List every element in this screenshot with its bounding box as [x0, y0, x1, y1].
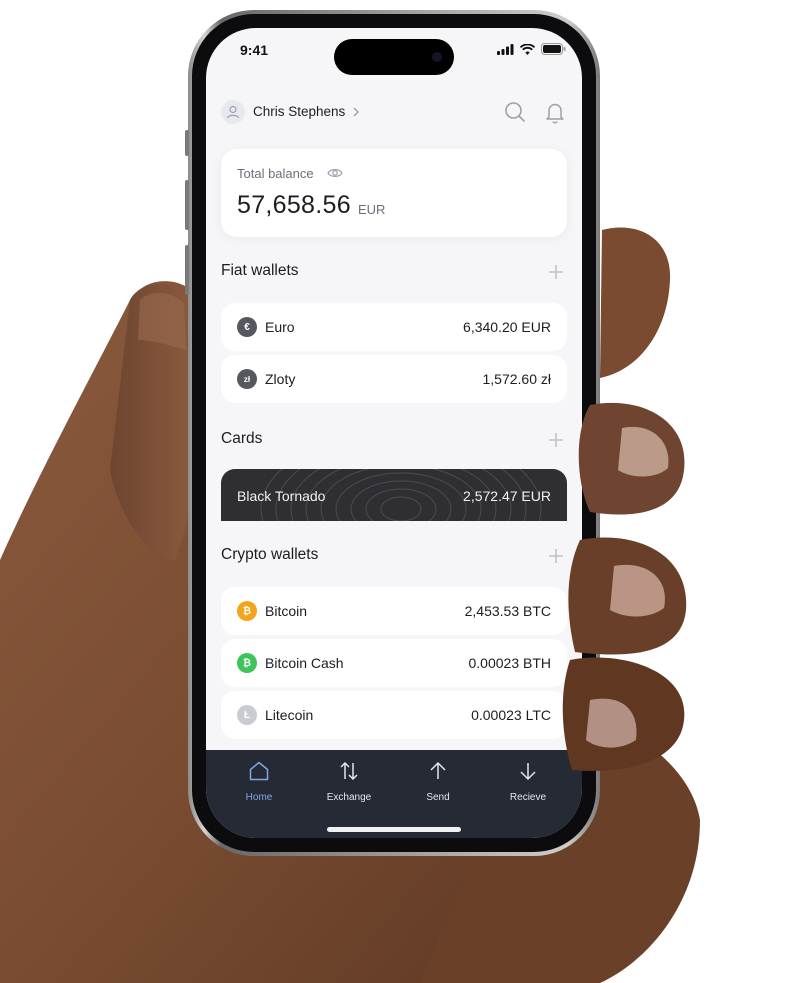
- tab-exchange-label: Exchange: [326, 792, 372, 803]
- tab-receive[interactable]: Recieve: [483, 760, 573, 810]
- wallet-name: Litecoin: [265, 707, 314, 723]
- bitcoin-cash-icon: ₿: [237, 653, 257, 673]
- wallet-name: Bitcoin Cash: [265, 655, 344, 671]
- euro-icon: €: [237, 317, 257, 337]
- add-crypto-wallet-plus-icon[interactable]: [548, 548, 564, 564]
- wallet-value: 0.00023 BTH: [468, 655, 552, 671]
- arrow-up-icon: [430, 761, 446, 779]
- card-value: 2,572.47 EUR: [463, 488, 551, 504]
- fiat-wallet-row-zloty[interactable]: zł Zloty 1,572.60 zł: [221, 355, 567, 403]
- tab-home-label: Home: [245, 792, 273, 803]
- add-card-plus-icon[interactable]: [548, 432, 564, 448]
- wallet-name: Zloty: [265, 371, 296, 387]
- balance-currency: EUR: [358, 202, 386, 217]
- wallet-value: 2,453.53 BTC: [464, 603, 551, 619]
- signal-icon: [497, 43, 514, 55]
- tab-send-label: Send: [426, 792, 450, 803]
- tab-exchange[interactable]: Exchange: [304, 760, 394, 810]
- card-name: Black Tornado: [237, 488, 326, 504]
- front-camera: [432, 52, 442, 62]
- total-balance-card: Total balance 57,658.56 EUR: [221, 149, 567, 237]
- tab-send[interactable]: Send: [393, 760, 483, 810]
- bitcoin-icon: ₿: [237, 601, 257, 621]
- fiat-wallet-row-euro[interactable]: € Euro 6,340.20 EUR: [221, 303, 567, 351]
- tab-home[interactable]: Home: [214, 760, 304, 810]
- balance-amount: 57,658.56: [237, 191, 351, 219]
- wallet-value: 6,340.20 EUR: [463, 319, 551, 335]
- battery-icon: [541, 43, 566, 55]
- bottom-tab-bar: Home Exchange Send Recieve: [206, 750, 582, 838]
- user-icon: [226, 105, 240, 119]
- app-screen: 9:41 Chris Stephens Total balance 57,658…: [206, 28, 582, 838]
- status-time: 9:41: [240, 42, 269, 58]
- phone-volume-down-button: [185, 245, 189, 295]
- add-fiat-wallet-plus-icon[interactable]: [548, 264, 564, 280]
- zloty-icon: zł: [237, 369, 257, 389]
- phone-volume-up-button: [185, 180, 189, 230]
- user-name[interactable]: Chris Stephens: [253, 104, 345, 119]
- wallet-value: 1,572.60 zł: [482, 371, 552, 387]
- wallet-name: Euro: [265, 319, 295, 335]
- wallet-value: 0.00023 LTC: [471, 707, 551, 723]
- balance-label: Total balance: [237, 166, 314, 181]
- cards-title: Cards: [221, 430, 263, 447]
- eye-icon[interactable]: [327, 166, 343, 180]
- search-icon[interactable]: [503, 100, 527, 124]
- bell-icon[interactable]: [543, 100, 567, 124]
- litecoin-icon: Ł: [237, 705, 257, 725]
- avatar[interactable]: [221, 100, 245, 124]
- fiat-wallets-title: Fiat wallets: [221, 262, 299, 279]
- app-header: Chris Stephens: [221, 98, 567, 126]
- dynamic-island: [334, 39, 454, 75]
- wallet-name: Bitcoin: [265, 603, 308, 619]
- home-indicator: [327, 827, 461, 832]
- phone-side-button: [185, 130, 189, 156]
- status-icons: [497, 43, 566, 55]
- home-icon: [249, 761, 269, 781]
- arrow-down-icon: [520, 763, 536, 781]
- exchange-arrows-icon: [340, 761, 358, 781]
- card-row-black-tornado[interactable]: Black Tornado 2,572.47 EUR: [221, 469, 567, 521]
- crypto-wallet-row-litecoin[interactable]: Ł Litecoin 0.00023 LTC: [221, 691, 567, 739]
- crypto-wallet-row-bitcoin-cash[interactable]: ₿ Bitcoin Cash 0.00023 BTH: [221, 639, 567, 687]
- chevron-right-icon[interactable]: [352, 106, 360, 118]
- crypto-wallets-title: Crypto wallets: [221, 546, 319, 563]
- wifi-icon: [520, 43, 535, 55]
- tab-receive-label: Recieve: [509, 792, 547, 803]
- crypto-wallet-row-bitcoin[interactable]: ₿ Bitcoin 2,453.53 BTC: [221, 587, 567, 635]
